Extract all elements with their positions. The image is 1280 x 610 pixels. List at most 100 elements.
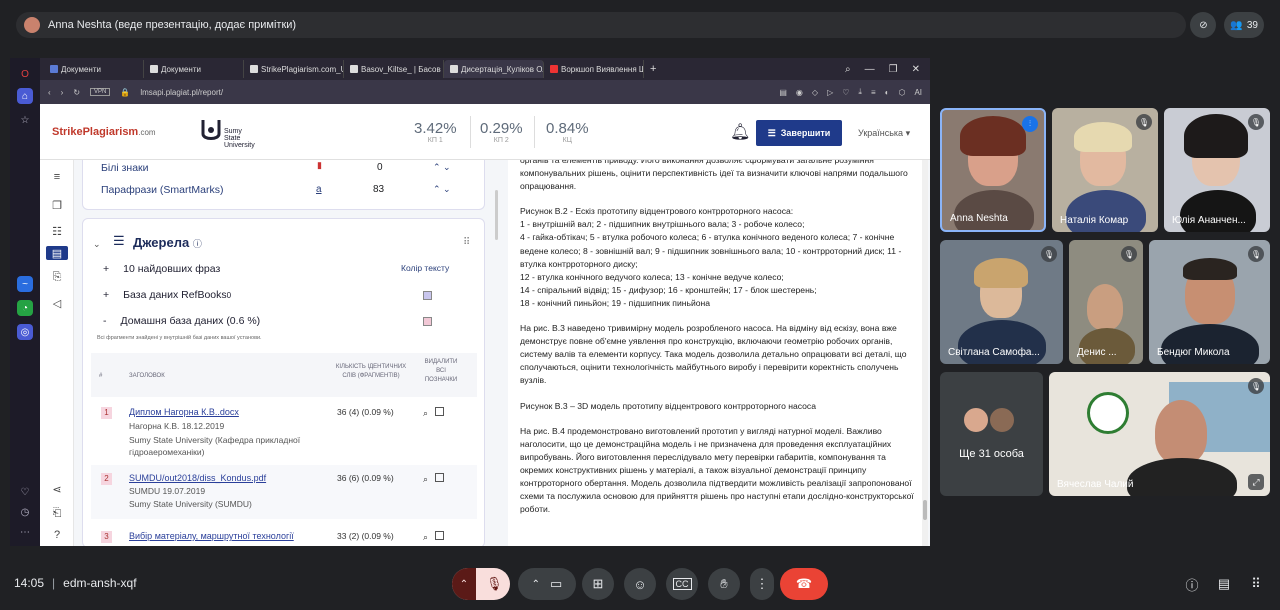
raise-hand-button[interactable]: ✋︎ — [708, 568, 740, 600]
source-group-refbooks[interactable]: + База даних RefBooks0 — [103, 289, 231, 301]
presenter-banner[interactable]: Anna Neshta (веде презентацію, додає при… — [16, 12, 1186, 38]
bell-icon[interactable]: 🔔︎ — [730, 122, 750, 142]
source-actions[interactable]: ⌕ — [423, 531, 444, 543]
source-link[interactable]: Диплом Нагорна К.В..docx — [129, 407, 239, 417]
captions-button[interactable]: CC — [666, 568, 698, 600]
browser-tab-active[interactable]: Дисертація_Куліков Оле — [444, 60, 544, 78]
participant-tile[interactable]: ⫶ Anna Neshta — [940, 108, 1046, 232]
finish-button[interactable]: ☰ Завершити — [756, 120, 842, 146]
source-group-longest[interactable]: +10 найдовших фраз — [103, 263, 220, 275]
share-icon[interactable]: ⋖ — [50, 482, 64, 496]
new-tab-icon[interactable]: + — [650, 63, 656, 75]
more-options-button[interactable]: ⋮ — [750, 568, 774, 600]
comment-icon[interactable]: ▤ — [46, 246, 68, 260]
mic-control[interactable]: ⌃ 🎙︎ — [452, 568, 510, 600]
leave-call-button[interactable]: ☎︎ — [780, 568, 828, 600]
participants-button[interactable]: 👥 39 — [1224, 12, 1264, 38]
shield-icon[interactable]: ◇ — [812, 88, 818, 97]
reload-icon[interactable]: ↻ — [73, 88, 80, 97]
emoji-button[interactable]: ☺ — [624, 568, 656, 600]
pdf-icon[interactable]: ▤ — [779, 88, 787, 97]
drag-handle-icon[interactable]: ⠿ — [463, 237, 470, 248]
help-icon[interactable]: ? — [50, 528, 64, 542]
vpn-badge[interactable]: VPN — [90, 88, 111, 96]
source-link[interactable]: SUMDU/out2018/diss_Kondus.pdf — [129, 473, 266, 483]
sources-title: Джерела ⓘ — [133, 235, 202, 250]
ai-button[interactable]: AI — [914, 88, 922, 97]
back-icon[interactable]: ‹ — [48, 88, 51, 97]
chevron-up-icon[interactable]: ⌃ — [452, 568, 476, 600]
messenger-icon[interactable]: ~ — [17, 276, 33, 292]
source-row[interactable]: 1 Диплом Нагорна К.В..docx Нагорна К.В. … — [91, 399, 477, 463]
close-icon[interactable]: ✕ — [912, 64, 920, 75]
forward-icon[interactable]: › — [61, 88, 64, 97]
export-icon[interactable]: ⎗ — [50, 506, 64, 520]
extension-icon[interactable]: ⬡ — [898, 88, 905, 97]
profile-icon[interactable]: ◐ — [885, 88, 890, 97]
source-link[interactable]: Вибір матеріалу, маршрутної технології — [129, 531, 294, 541]
browser-tab[interactable]: Basov_Kiltse_ | Басов Анд — [344, 60, 444, 78]
report-tool-sidebar: ≡ ❐ ☷ ▤ ⎘ ◁ ⋖ ⎗ ? — [40, 160, 74, 546]
tag-icon[interactable]: ◁ — [50, 296, 64, 310]
panel-scrollbar[interactable] — [491, 160, 503, 546]
restore-icon[interactable]: ❐ — [889, 64, 898, 75]
nav-arrows-icon[interactable]: ⌃ ⌄ — [433, 162, 451, 173]
more-icon[interactable]: ⋯ — [17, 524, 33, 540]
participant-name: Світлана Самофа... — [948, 347, 1040, 358]
white-signs-count: 0 — [377, 162, 383, 173]
more-participants-tile[interactable]: Ще 31 особа — [940, 372, 1043, 496]
url-field[interactable]: lmsapi.plagiat.pl/report/ — [140, 88, 223, 97]
hide-self-button[interactable]: ⊘ — [1190, 12, 1217, 38]
browser-tab[interactable]: Воркшоп Виявлення ШІ — [544, 60, 644, 78]
copy-icon[interactable]: ❐ — [50, 198, 64, 212]
participant-tile[interactable]: 🎙︎ Світлана Самофа... — [940, 240, 1063, 364]
history-icon[interactable]: ◷ — [17, 504, 33, 520]
checkbox-icon — [434, 473, 444, 482]
browser-tab[interactable]: Документи — [44, 60, 144, 78]
source-group-home[interactable]: - Домашня база даних (0.6 %) — [103, 315, 260, 327]
paraphrases-row[interactable]: Парафрази (SmartMarks) — [101, 184, 223, 196]
doc-paragraph: органів та елементів приводу. Його викон… — [520, 160, 908, 192]
info-icon[interactable]: ⓘ — [1182, 574, 1202, 594]
participant-tile[interactable]: 🎙︎ Наталія Комар — [1052, 108, 1158, 232]
white-signs-row[interactable]: Білі знаки — [101, 162, 149, 174]
heart-icon[interactable]: ♡ — [842, 88, 849, 97]
home-note: Всі фрагменти знайдені у внутрішній базі… — [97, 335, 262, 341]
camera-icon[interactable]: ◉ — [796, 88, 803, 97]
list-icon[interactable]: ☷ — [50, 224, 64, 238]
present-button[interactable]: ⊞ — [582, 568, 614, 600]
source-row[interactable]: 2 SUMDU/out2018/diss_Kondus.pdf SUMDU 19… — [91, 465, 477, 519]
document-scrollbar[interactable] — [922, 160, 928, 546]
settings-icon[interactable]: ≡ — [871, 88, 876, 97]
camera-control[interactable]: ⌃ ▭ — [518, 568, 576, 600]
participant-tile[interactable]: 🎙︎ ⤢ Вячеслав Чалий — [1049, 372, 1270, 496]
refbooks-color-swatch[interactable] — [423, 291, 432, 300]
play-icon[interactable]: ▷ — [827, 88, 833, 97]
participant-tile[interactable]: 🎙︎ Юлія Ананчен... — [1164, 108, 1270, 232]
browser-tab[interactable]: Документи — [144, 60, 244, 78]
instagram-icon[interactable]: ◎ — [17, 324, 33, 340]
pin-icon[interactable]: ⤢ — [1248, 474, 1264, 490]
doc-search-icon[interactable]: ⎘ — [50, 270, 64, 284]
opera-icon[interactable]: O — [17, 66, 33, 82]
whatsapp-icon[interactable]: ◔ — [17, 300, 33, 316]
download-icon[interactable]: ⤓ — [858, 87, 862, 97]
menu-icon[interactable]: ≡ — [50, 170, 64, 184]
activities-icon[interactable]: ⠿ — [1246, 574, 1266, 594]
browser-tab[interactable]: StrikePlagiarism.com_UA — [244, 60, 344, 78]
source-row[interactable]: 3 Вибір матеріалу, маршрутної технології… — [91, 523, 477, 545]
source-actions[interactable]: ⌕ — [423, 407, 444, 419]
language-select[interactable]: Українська ▾ — [858, 128, 910, 139]
chevron-down-icon[interactable]: ⌄ — [93, 239, 101, 250]
search-icon[interactable]: ⌕ — [845, 64, 851, 75]
star-icon[interactable]: ☆ — [17, 112, 33, 128]
source-actions[interactable]: ⌕ — [423, 473, 444, 485]
chat-icon[interactable]: ▤ — [1214, 574, 1234, 594]
participant-tile[interactable]: 🎙︎ Денис ... — [1069, 240, 1143, 364]
nav-arrows-icon[interactable]: ⌃ ⌄ — [433, 184, 451, 195]
home-icon[interactable]: ⌂ — [17, 88, 33, 104]
minimize-icon[interactable]: — — [865, 64, 875, 75]
home-color-swatch[interactable] — [423, 317, 432, 326]
heart-icon[interactable]: ♡ — [17, 484, 33, 500]
participant-tile[interactable]: 🎙︎ Бендюг Микола — [1149, 240, 1270, 364]
